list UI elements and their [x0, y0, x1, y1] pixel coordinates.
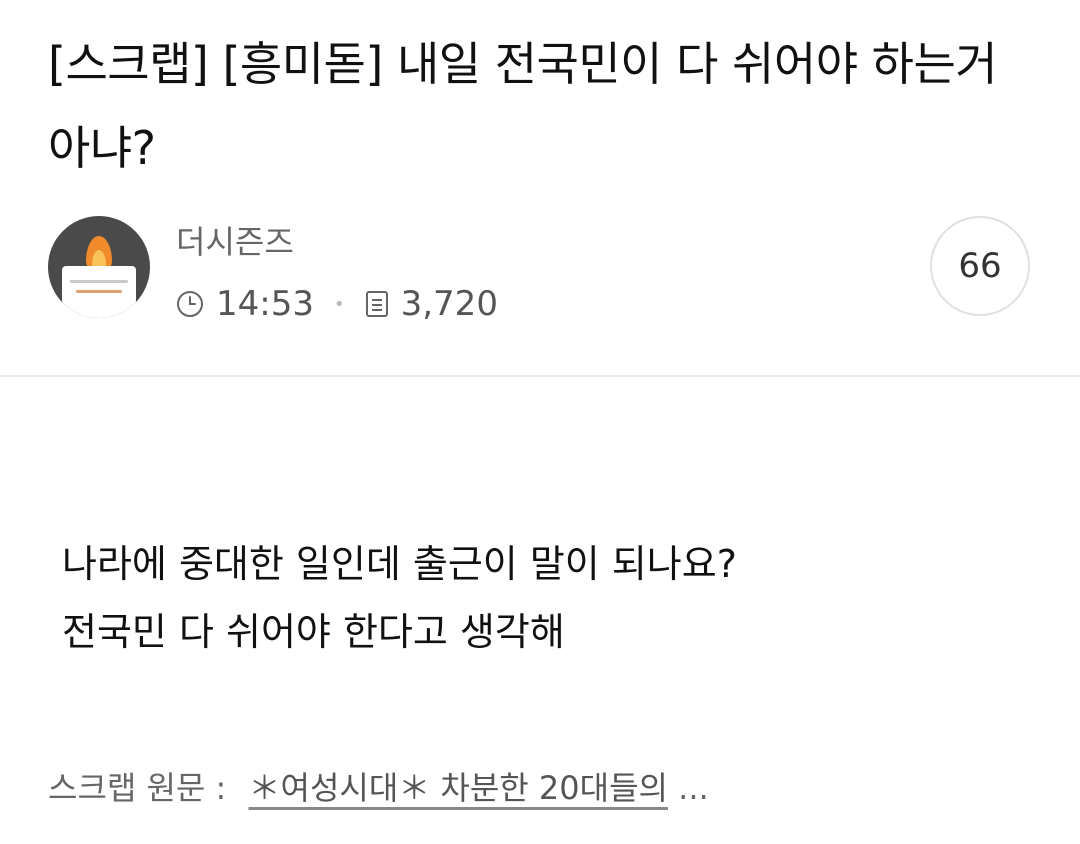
post-body: 나라에 중대한 일인데 출근이 말이 되나요? 전국민 다 쉬어야 한다고 생각… — [62, 530, 1042, 666]
avatar[interactable] — [48, 216, 150, 318]
meta-separator: • — [333, 293, 345, 315]
post-meta: 14:53 • 3,720 — [176, 282, 498, 326]
post-title: [스크랩] [흥미돋] 내일 전국민이 다 쉬어야 하는거 아냐? — [48, 37, 998, 175]
author-row: 더시즌즈 14:53 • 3,720 66 — [48, 216, 1038, 324]
post-time: 14:53 — [216, 284, 314, 324]
clock-icon — [177, 291, 203, 317]
header-divider — [0, 375, 1080, 377]
author-name[interactable]: 더시즌즈 — [176, 222, 294, 262]
scrap-source-link[interactable]: ＊여성시대＊ 차분한 20대들의 — [249, 769, 668, 807]
document-icon — [365, 291, 388, 317]
post-header: [스크랩] [흥미돋] 내일 전국민이 다 쉬어야 하는거 아냐? 더시즌즈 1… — [0, 0, 1080, 376]
body-line: 나라에 중대한 일인데 출근이 말이 되나요? — [62, 542, 737, 586]
scrap-source: 스크랩 원문 : ＊여성시대＊ 차분한 20대들의 ... — [48, 764, 709, 812]
cup-text-line — [76, 290, 122, 293]
scrap-source-label: 스크랩 원문 : — [48, 769, 227, 807]
scrap-source-ellipsis: ... — [678, 769, 709, 807]
view-count: 3,720 — [400, 284, 498, 324]
body-line: 전국민 다 쉬어야 한다고 생각해 — [62, 610, 565, 654]
comment-count-button[interactable]: 66 — [930, 216, 1030, 316]
cup-text-line — [70, 280, 128, 283]
